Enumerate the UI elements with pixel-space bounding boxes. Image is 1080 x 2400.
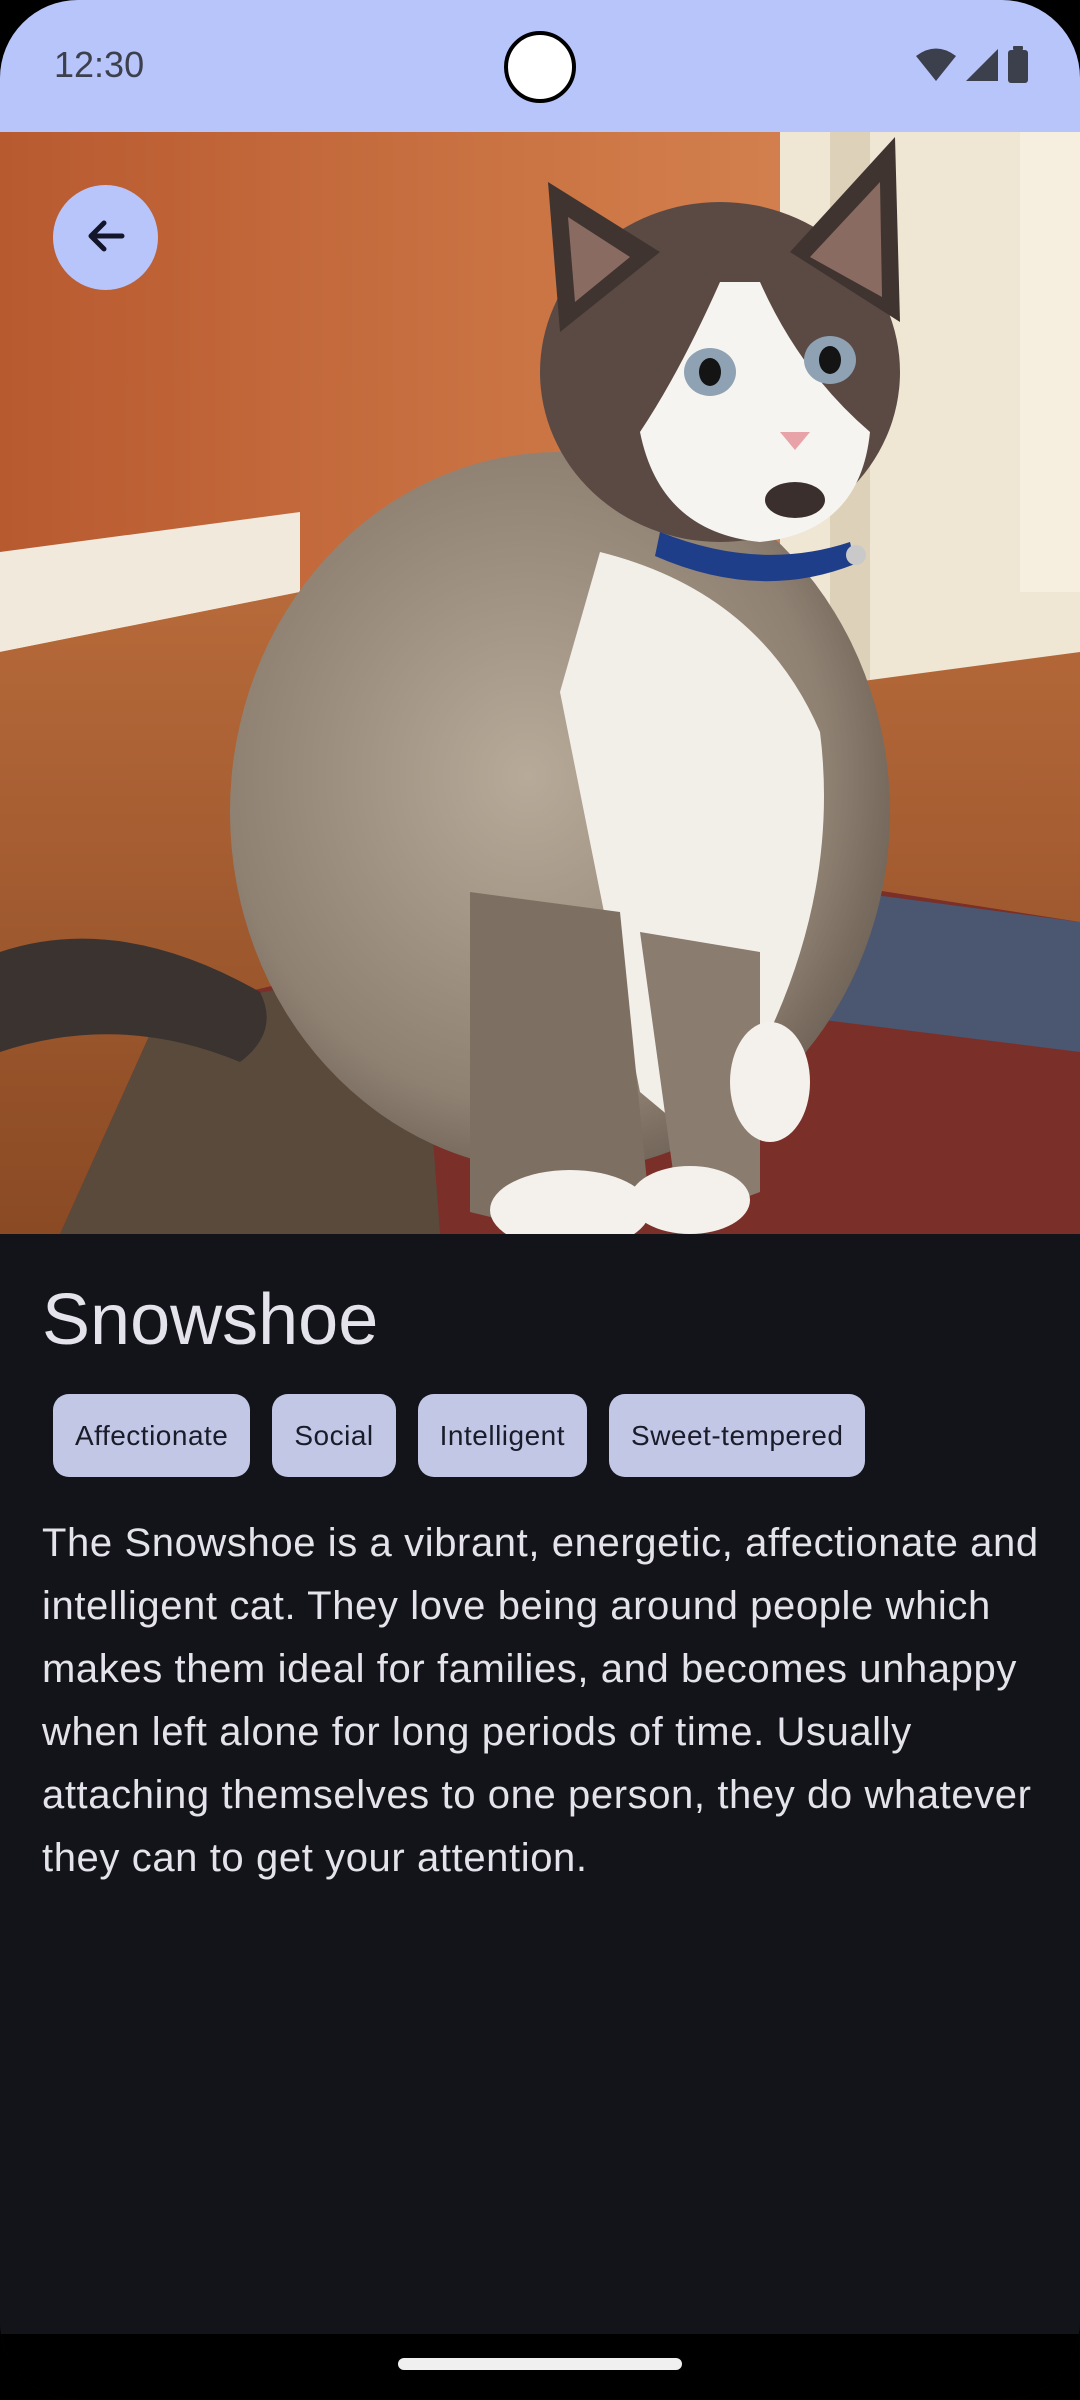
back-button[interactable] [53, 185, 158, 290]
wifi-icon [914, 47, 958, 83]
breed-name: Snowshoe [42, 1280, 379, 1360]
trait-chip[interactable]: Affectionate [53, 1394, 251, 1477]
camera-cutout [504, 31, 576, 103]
status-bar: 12:30 [0, 0, 1080, 132]
trait-chip[interactable]: Social [272, 1394, 396, 1477]
cat-photo [0, 132, 1080, 1234]
home-indicator[interactable] [398, 2358, 682, 2370]
arrow-back-icon [82, 212, 130, 264]
battery-icon [1006, 46, 1030, 84]
trait-chip[interactable]: Intelligent [417, 1394, 588, 1477]
signal-icon [964, 47, 1000, 83]
breed-description: The Snowshoe is a vibrant, energetic, af… [42, 1521, 1039, 1880]
navigation-bar [0, 2334, 1080, 2400]
trait-chip[interactable]: Sweet-tempered [609, 1394, 866, 1477]
status-icons [914, 46, 1030, 84]
device-screen: 12:30 Snowshoe Affectionate Social Intel… [0, 0, 1080, 2400]
trait-chips: Affectionate Social Intelligent Sweet-te… [53, 1394, 866, 1477]
breed-details: Snowshoe Affectionate Social Intelligent… [0, 1234, 1080, 2334]
status-time: 12:30 [54, 44, 145, 85]
